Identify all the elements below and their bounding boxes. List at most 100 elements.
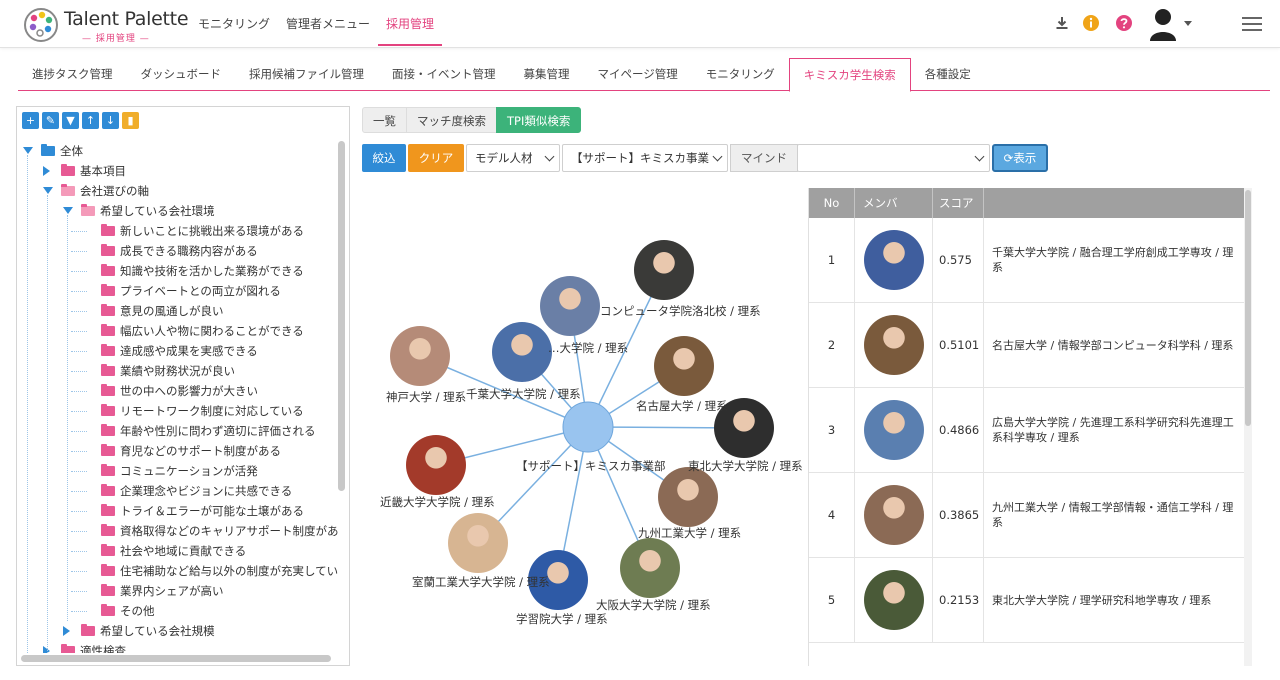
show-button-label: 表示 xyxy=(1013,151,1037,165)
results-scrollbar[interactable] xyxy=(1244,188,1252,666)
tab-match-search[interactable]: マッチ度検索 xyxy=(406,107,497,133)
recruitment-subnav: 進捗タスク管理 ダッシュボード 採用候補ファイル管理 面接・イベント管理 募集管… xyxy=(18,58,1270,92)
tree-leaf-item[interactable]: 達成感や成果を実感できる xyxy=(17,341,339,361)
tree-leaf-item[interactable]: コミュニケーションが活発 xyxy=(17,461,339,481)
tab-list[interactable]: 一覧 xyxy=(362,107,407,133)
tab-tpi-similar-search[interactable]: TPI類似検索 xyxy=(496,107,582,133)
expand-arrow-down-icon[interactable] xyxy=(23,147,33,154)
support-dept-select[interactable]: 【サポート】キミスカ事業 xyxy=(562,144,728,172)
tree-leaf-item[interactable]: トライ＆エラーが可能な土壌がある xyxy=(17,501,339,521)
tree-node-basic-items[interactable]: 基本項目 xyxy=(17,161,339,181)
chevron-down-icon xyxy=(544,151,555,162)
member-avatar[interactable] xyxy=(864,400,924,460)
download-icon[interactable] xyxy=(1055,16,1069,30)
table-row[interactable]: 5 0.2153 東北大学大学院 / 理学研究科地学専攻 / 理系 xyxy=(809,558,1245,643)
mind-select[interactable] xyxy=(797,144,990,172)
candidate-avatar[interactable] xyxy=(634,240,694,300)
category-tree-panel: + ✎ ▼ ↑ ↓ ▮ 全体 基本項目 会社選びの軸希望している会社環境新しいことに… xyxy=(16,106,350,666)
plus-icon[interactable]: + xyxy=(22,112,39,129)
show-button[interactable]: ⟳表示 xyxy=(992,144,1048,172)
member-avatar[interactable] xyxy=(864,230,924,290)
tree-vertical-scrollbar[interactable] xyxy=(338,141,345,491)
tree-leaf-item[interactable]: リモートワーク制度に対応している xyxy=(17,401,339,421)
refresh-icon: ⟳ xyxy=(1003,151,1014,165)
tab-recruiting[interactable]: 募集管理 xyxy=(510,58,584,90)
tree-leaf-item[interactable]: 新しいことに挑戦出来る環境がある xyxy=(17,221,339,241)
pencil-icon[interactable]: ✎ xyxy=(42,112,59,129)
talent-palette-logo[interactable]: Talent Palette — 採用管理 — xyxy=(22,6,189,44)
tree-node-company-environment[interactable]: 希望している会社環境 xyxy=(17,201,339,221)
tree-node-company-scale[interactable]: 希望している会社規模 xyxy=(17,621,339,641)
user-menu-chevron-icon[interactable] xyxy=(1184,21,1192,27)
tab-settings[interactable]: 各種設定 xyxy=(911,58,985,90)
tree-leaf-item[interactable]: 企業理念やビジョンに共感できる xyxy=(17,481,339,501)
candidate-avatar[interactable] xyxy=(654,336,714,396)
candidate-avatar[interactable] xyxy=(658,467,718,527)
tree-node-root[interactable]: 全体 xyxy=(17,141,339,161)
member-avatar[interactable] xyxy=(864,315,924,375)
tree-leaf-item[interactable]: 意見の風通しが良い xyxy=(17,301,339,321)
tree-node-label: 希望している会社環境 xyxy=(100,204,215,218)
expand-arrow-down-icon[interactable] xyxy=(63,207,73,214)
tree-connector xyxy=(71,311,87,312)
filter-icon[interactable]: ▼ xyxy=(62,112,79,129)
tab-kimisuka-student-search[interactable]: キミスカ学生検索 xyxy=(788,58,911,92)
tree-leaf-item[interactable]: 知識や技術を活かした業務ができる xyxy=(17,261,339,281)
tree-leaf-item[interactable]: 幅広い人や物に関わることができる xyxy=(17,321,339,341)
candidate-avatar[interactable] xyxy=(406,435,466,495)
table-row[interactable]: 1 0.575 千葉大学大学院 / 融合理工学府創成工学専攻 / 理系 xyxy=(809,218,1245,303)
tree-leaf-item[interactable]: 社会や地域に貢献できる xyxy=(17,541,339,561)
table-row[interactable]: 2 0.5101 名古屋大学 / 情報学部コンピュータ科学科 / 理系 xyxy=(809,303,1245,388)
table-row[interactable]: 4 0.3865 九州工業大学 / 情報工学部情報・通信工学科 / 理系 xyxy=(809,473,1245,558)
member-avatar[interactable] xyxy=(864,570,924,630)
tree-node-aptitude-test[interactable]: 適性検査 xyxy=(17,641,339,653)
candidate-avatar[interactable] xyxy=(448,513,508,573)
tree-connector xyxy=(71,571,87,572)
tree-leaf-item[interactable]: 成長できる職務内容がある xyxy=(17,241,339,261)
search-mode-tabs: 一覧 マッチ度検索 TPI類似検索 xyxy=(362,107,582,133)
tree-node-company-axis[interactable]: 会社選びの軸 xyxy=(17,181,339,201)
tab-dashboard[interactable]: ダッシュボード xyxy=(127,58,236,90)
member-avatar[interactable] xyxy=(864,485,924,545)
tab-mypage[interactable]: マイページ管理 xyxy=(584,58,692,90)
candidate-avatar[interactable] xyxy=(620,538,680,598)
tab-monitoring[interactable]: モニタリング xyxy=(692,58,789,90)
tree-leaf-item[interactable]: 育児などのサポート制度がある xyxy=(17,441,339,461)
hamburger-menu-icon[interactable] xyxy=(1242,16,1262,32)
collapse-arrow-right-icon[interactable] xyxy=(43,166,50,176)
trash-icon[interactable]: ▮ xyxy=(122,112,139,129)
tab-interview-events[interactable]: 面接・イベント管理 xyxy=(378,58,510,90)
candidate-avatar[interactable] xyxy=(492,322,552,382)
help-icon[interactable] xyxy=(1115,14,1133,32)
tree-horizontal-scrollbar[interactable] xyxy=(21,655,331,662)
info-icon[interactable] xyxy=(1082,14,1100,32)
collapse-arrow-right-icon[interactable] xyxy=(63,626,70,636)
expand-arrow-down-icon[interactable] xyxy=(43,187,53,194)
tree-leaf-item[interactable]: 住宅補助など給与以外の制度が充実してい xyxy=(17,561,339,581)
tree-connector xyxy=(67,215,68,621)
tree-leaf-item[interactable]: 世の中への影響力が大きい xyxy=(17,381,339,401)
arrow-up-icon[interactable]: ↑ xyxy=(82,112,99,129)
graph-center-node[interactable] xyxy=(562,401,614,453)
tree-leaf-item[interactable]: その他 xyxy=(17,601,339,621)
clear-button[interactable]: クリア xyxy=(408,144,464,172)
topnav-admin-menu[interactable]: 管理者メニュー xyxy=(278,0,378,48)
tree-leaf-item[interactable]: 業績や財務状況が良い xyxy=(17,361,339,381)
graph-node-label: 近畿大学大学院 / 理系 xyxy=(380,495,495,509)
tree-leaf-item[interactable]: 業界内シェアが高い xyxy=(17,581,339,601)
tree-leaf-item[interactable]: 年齢や性別に問わず適切に評価される xyxy=(17,421,339,441)
arrow-down-icon[interactable]: ↓ xyxy=(102,112,119,129)
tree-leaf-item[interactable]: プライベートとの両立が図れる xyxy=(17,281,339,301)
tab-progress-tasks[interactable]: 進捗タスク管理 xyxy=(18,58,127,90)
topnav-monitoring[interactable]: モニタリング xyxy=(190,0,278,48)
tree-leaf-item[interactable]: 資格取得などのキャリアサポート制度があ xyxy=(17,521,339,541)
filter-button[interactable]: 絞込 xyxy=(362,144,406,172)
topnav-recruitment[interactable]: 採用管理 xyxy=(378,0,443,48)
candidate-avatar[interactable] xyxy=(390,326,450,386)
tree-node-label: 達成感や成果を実感できる xyxy=(120,344,258,358)
table-row[interactable]: 3 0.4866 広島大学大学院 / 先進理工系科学研究科先進理工系科学専攻 / 理… xyxy=(809,388,1245,473)
model-talent-select[interactable]: モデル人材 xyxy=(466,144,560,172)
tab-candidate-files[interactable]: 採用候補ファイル管理 xyxy=(235,58,378,90)
user-avatar-icon[interactable] xyxy=(1148,7,1178,41)
candidate-avatar[interactable] xyxy=(540,276,600,336)
